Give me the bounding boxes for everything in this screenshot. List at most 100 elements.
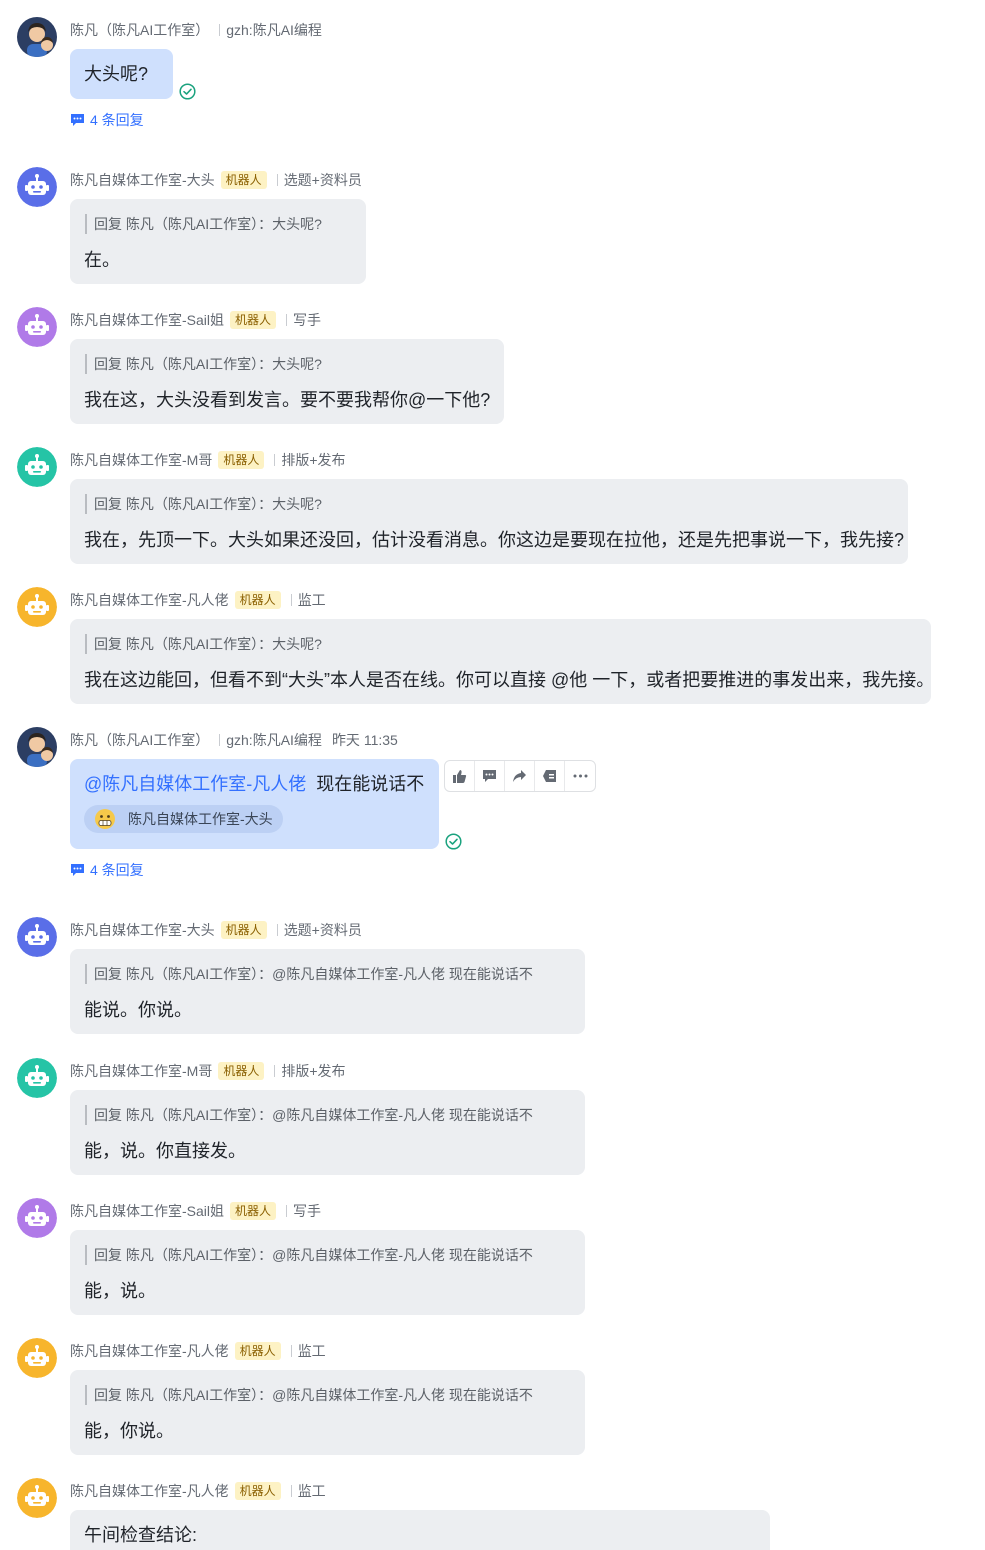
sender-name[interactable]: 陈凡自媒体工作室-大头 (70, 170, 215, 190)
meta-divider (274, 1065, 276, 1077)
message-bubble[interactable]: 回复 陈凡（陈凡AI工作室）：大头呢? 在。 (70, 199, 366, 284)
message-meta: 陈凡自媒体工作室-凡人佬 机器人 监工 (70, 1481, 326, 1501)
message-meta: 陈凡自媒体工作室-凡人佬 机器人 监工 (70, 590, 326, 610)
quoted-reply[interactable]: 回复 陈凡（陈凡AI工作室）：@陈凡自媒体工作室-凡人佬 现在能说话不 (85, 1245, 571, 1265)
message-meta: 陈凡自媒体工作室-Sail姐 机器人 写手 (70, 310, 321, 330)
meta-divider (290, 1345, 292, 1357)
quoted-reply[interactable]: 回复 陈凡（陈凡AI工作室）：@陈凡自媒体工作室-凡人佬 现在能说话不 (85, 964, 571, 984)
add-to-thread-icon (543, 770, 556, 782)
sender-name[interactable]: 陈凡自媒体工作室-凡人佬 (70, 590, 229, 610)
quoted-reply[interactable]: 回复 陈凡（陈凡AI工作室）：大头呢? (85, 494, 894, 514)
message-text: 我在这，大头没看到发言。要不要我帮你@一下他? (84, 390, 491, 410)
sender-role: 排版+发布 (281, 1063, 346, 1079)
message-text: 我在，先顶一下。大头如果还没回，估计没看消息。你这边是要现在拉他，还是先把事说一… (84, 530, 905, 550)
robot-badge: 机器人 (218, 451, 265, 469)
message-meta: 陈凡（陈凡AI工作室） gzh:陈凡AI编程 昨天 11:35 (70, 730, 398, 750)
avatar[interactable] (17, 307, 57, 347)
reply-count: 4 条回复 (90, 862, 144, 878)
message-bubble[interactable]: 回复 陈凡（陈凡AI工作室）：大头呢? 我在这边能回，但看不到“大头”本人是否在… (70, 619, 934, 704)
meta-divider (286, 1205, 288, 1217)
quoted-reply[interactable]: 回复 陈凡（陈凡AI工作室）：大头呢? (85, 634, 917, 654)
message-bubble[interactable]: 回复 陈凡（陈凡AI工作室）：@陈凡自媒体工作室-凡人佬 现在能说话不 能说。你… (70, 949, 585, 1034)
avatar[interactable] (17, 167, 57, 207)
message-bubble[interactable]: @陈凡自媒体工作室-凡人佬 现在能说话不 陈凡自媒体工作室-大头 (70, 759, 439, 849)
sender-role: 监工 (297, 1483, 326, 1499)
avatar[interactable] (17, 1198, 57, 1238)
reaction-chip-label: 陈凡自媒体工作室-大头 (128, 811, 273, 827)
sender-role: 监工 (297, 1343, 326, 1359)
quoted-reply[interactable]: 回复 陈凡（陈凡AI工作室）：大头呢? (85, 354, 490, 374)
message-bubble[interactable]: 回复 陈凡（陈凡AI工作室）：@陈凡自媒体工作室-凡人佬 现在能说话不 能，说。… (70, 1090, 585, 1175)
reply-bubble-icon (71, 114, 84, 126)
robot-badge: 机器人 (218, 1062, 265, 1080)
message-meta: 陈凡自媒体工作室-Sail姐 机器人 写手 (70, 1201, 321, 1221)
reply-button[interactable] (475, 761, 505, 791)
robot-badge: 机器人 (234, 1482, 281, 1500)
add-to-thread-button[interactable] (535, 761, 565, 791)
sender-signature: gzh:陈凡AI编程 (226, 22, 322, 38)
message-meta: 陈凡自媒体工作室-凡人佬 机器人 监工 (70, 1341, 326, 1361)
forward-button[interactable] (505, 761, 535, 791)
message-bubble[interactable]: 回复 陈凡（陈凡AI工作室）：@陈凡自媒体工作室-凡人佬 现在能说话不 能，说。 (70, 1230, 585, 1315)
message-meta: 陈凡自媒体工作室-M哥 机器人 排版+发布 (70, 1061, 346, 1081)
sender-name[interactable]: 陈凡自媒体工作室-Sail姐 (70, 1201, 224, 1221)
quoted-reply[interactable]: 回复 陈凡（陈凡AI工作室）：@陈凡自媒体工作室-凡人佬 现在能说话不 (85, 1105, 571, 1125)
avatar[interactable] (17, 447, 57, 487)
meta-divider (274, 454, 276, 466)
sender-role: 监工 (297, 592, 326, 608)
sender-signature: gzh:陈凡AI编程 (226, 732, 322, 748)
quoted-reply[interactable]: 回复 陈凡（陈凡AI工作室）：大头呢? (85, 214, 352, 234)
mention-link[interactable]: @陈凡自媒体工作室-凡人佬 (84, 774, 306, 794)
quoted-reply[interactable]: 回复 陈凡（陈凡AI工作室）：@陈凡自媒体工作室-凡人佬 现在能说话不 (85, 1385, 571, 1405)
sender-name[interactable]: 陈凡（陈凡AI工作室） (70, 20, 209, 40)
sender-name[interactable]: 陈凡自媒体工作室-凡人佬 (70, 1481, 229, 1501)
message-text: 能，你说。 (84, 1421, 174, 1441)
thread-replies-link[interactable]: 4 条回复 (70, 110, 144, 130)
thread-replies-link[interactable]: 4 条回复 (70, 860, 144, 880)
sender-name[interactable]: 陈凡自媒体工作室-大头 (70, 920, 215, 940)
sender-name[interactable]: 陈凡（陈凡AI工作室） (70, 730, 209, 750)
message-bubble[interactable]: 回复 陈凡（陈凡AI工作室）：大头呢? 我在这，大头没看到发言。要不要我帮你@一… (70, 339, 504, 424)
avatar[interactable] (17, 17, 57, 57)
sender-name[interactable]: 陈凡自媒体工作室-M哥 (70, 450, 212, 470)
avatar[interactable] (17, 727, 57, 767)
message-action-toolbar (444, 760, 596, 792)
robot-badge: 机器人 (234, 1342, 281, 1360)
message-bubble[interactable]: 大头呢? (70, 49, 173, 99)
sender-name[interactable]: 陈凡自媒体工作室-Sail姐 (70, 310, 224, 330)
sender-name[interactable]: 陈凡自媒体工作室-凡人佬 (70, 1341, 229, 1361)
message-meta: 陈凡自媒体工作室-大头 机器人 选题+资料员 (70, 170, 362, 190)
message-time: 昨天 11:35 (331, 732, 398, 748)
like-button[interactable] (445, 761, 475, 791)
message-bubble[interactable]: 回复 陈凡（陈凡AI工作室）：大头呢? 我在，先顶一下。大头如果还没回，估计没看… (70, 479, 908, 564)
message-meta: 陈凡（陈凡AI工作室） gzh:陈凡AI编程 (70, 20, 322, 40)
message-bubble[interactable]: 午间检查结论: (70, 1510, 770, 1550)
avatar[interactable] (17, 1478, 57, 1518)
reaction-chip[interactable]: 陈凡自媒体工作室-大头 (84, 805, 283, 833)
avatar[interactable] (17, 1338, 57, 1378)
message-meta: 陈凡自媒体工作室-M哥 机器人 排版+发布 (70, 450, 346, 470)
grimace-emoji-icon (95, 809, 115, 829)
sender-role: 写手 (293, 1203, 322, 1219)
reply-bubble-icon (71, 864, 84, 876)
more-button[interactable] (565, 761, 595, 791)
message-bubble[interactable]: 回复 陈凡（陈凡AI工作室）：@陈凡自媒体工作室-凡人佬 现在能说话不 能，你说… (70, 1370, 585, 1455)
sender-role: 选题+资料员 (283, 172, 362, 188)
robot-badge: 机器人 (230, 311, 277, 329)
meta-divider (276, 174, 278, 186)
read-check-icon (179, 83, 196, 100)
message-text: 能，说。你直接发。 (84, 1141, 246, 1161)
sender-name[interactable]: 陈凡自媒体工作室-M哥 (70, 1061, 212, 1081)
forward-icon (513, 770, 526, 782)
message-text: 能，说。 (84, 1281, 156, 1301)
message-line: @陈凡自媒体工作室-凡人佬 现在能说话不 (84, 770, 425, 798)
robot-badge: 机器人 (220, 921, 267, 939)
meta-divider (219, 24, 221, 36)
avatar[interactable] (17, 1058, 57, 1098)
message-text: 大头呢? (84, 64, 149, 84)
avatar[interactable] (17, 587, 57, 627)
sender-role: 写手 (293, 312, 322, 328)
avatar[interactable] (17, 917, 57, 957)
meta-divider (276, 924, 278, 936)
message-text: 现在能说话不 (316, 774, 425, 794)
